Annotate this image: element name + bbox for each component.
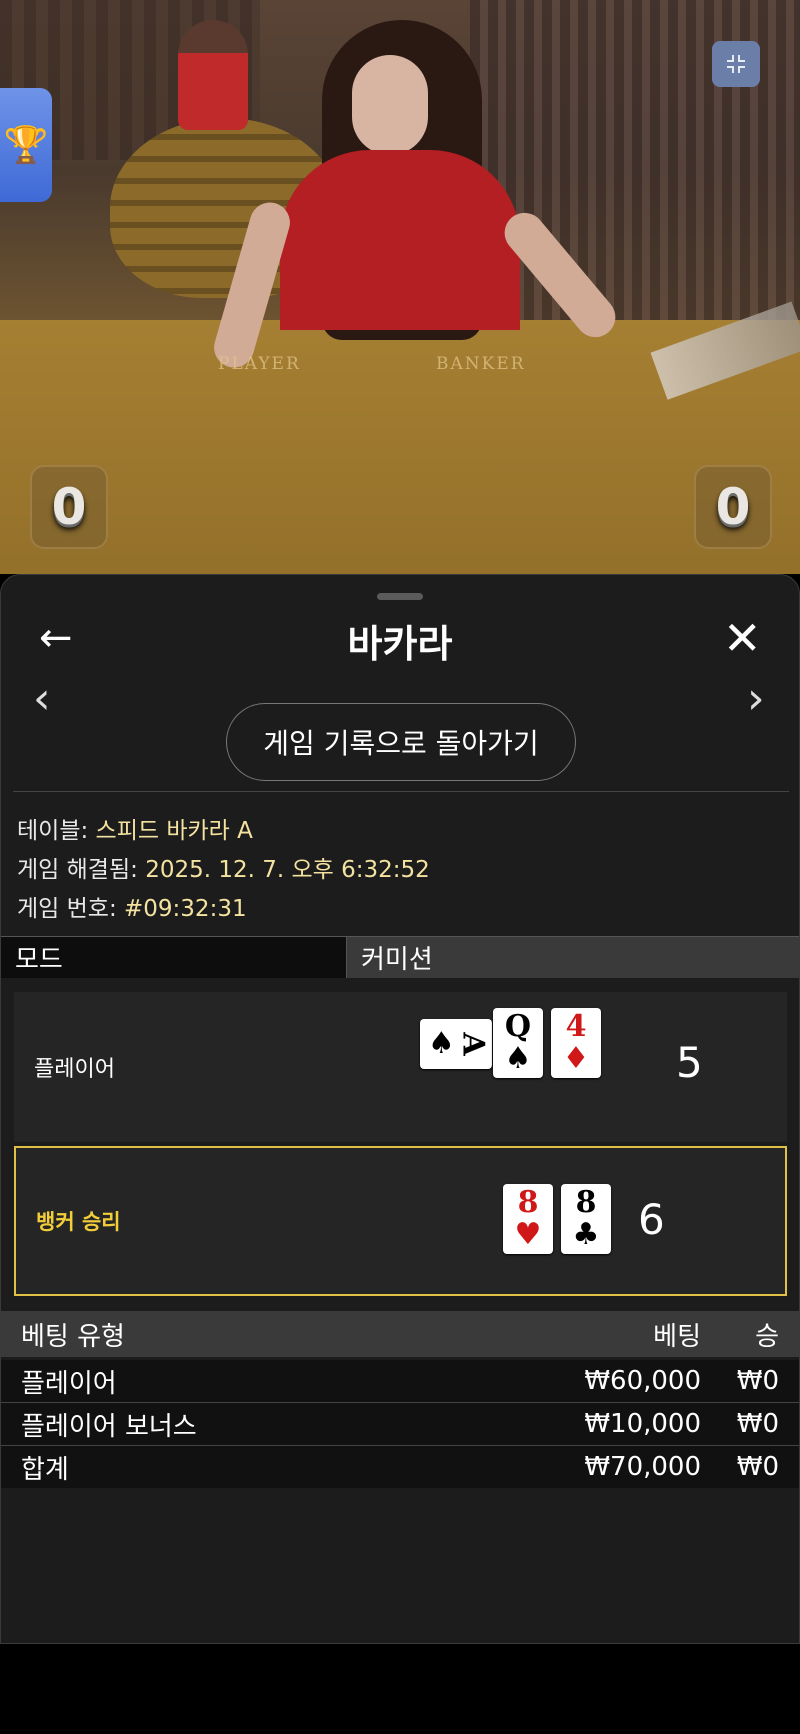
table-label-player: PLAYER	[218, 354, 301, 374]
table-info-value: 스피드 바카라 A	[95, 818, 253, 844]
back-to-history-button[interactable]: 게임 기록으로 돌아가기	[226, 703, 576, 781]
playing-card: 4 ♦	[551, 1008, 601, 1078]
panel-title: 바카라	[347, 622, 453, 666]
table-label-banker: BANKER	[436, 354, 526, 374]
game-number-info: 게임 번호: #09:32:31	[17, 889, 247, 923]
bet-type: 플레이어 보너스	[21, 1411, 197, 1442]
card-suit: ♥	[514, 1217, 542, 1252]
trophy-icon: 🏆	[3, 125, 49, 166]
table-row-total: 합계 ₩70,000 ₩0	[1, 1446, 799, 1488]
header-bet: 베팅	[653, 1321, 701, 1352]
player-hand-total: 5	[676, 1038, 703, 1087]
banker-hand-total: 6	[638, 1195, 665, 1244]
card-rank: 8	[517, 1185, 539, 1220]
player-hand: 플레이어 ♠ A Q ♠ 4 ♦ 5	[14, 992, 787, 1142]
resolved-info: 게임 해결됨: 2025. 12. 7. 오후 6:32:52	[17, 850, 430, 884]
drag-handle[interactable]	[377, 593, 423, 600]
win-amount: ₩0	[736, 1409, 779, 1439]
game-number-label: 게임 번호:	[17, 896, 117, 922]
player-score: 0	[30, 465, 108, 549]
mode-row: 모드 커미션	[1, 936, 799, 978]
previous-game-icon[interactable]: ‹	[33, 673, 51, 724]
card-rank: A	[455, 1032, 491, 1056]
bets-table-header: 베팅 유형 베팅 승	[1, 1311, 799, 1357]
live-video-feed: PLAYER BANKER 0 0 🏆	[0, 0, 800, 574]
leaderboard-tab[interactable]: 🏆	[0, 88, 52, 202]
game-number-value: #09:32:31	[124, 896, 247, 922]
mode-label: 모드	[1, 936, 346, 978]
bet-type: 플레이어	[21, 1368, 117, 1399]
table-row: 플레이어 ₩60,000 ₩0	[1, 1360, 799, 1403]
win-amount: ₩0	[736, 1452, 779, 1482]
table-row: 플레이어 보너스 ₩10,000 ₩0	[1, 1403, 799, 1446]
bet-type: 합계	[21, 1454, 69, 1485]
dealer-face	[352, 55, 428, 155]
dealer-body	[280, 150, 520, 330]
card-suit: ♣	[572, 1217, 600, 1252]
resolved-info-label: 게임 해결됨:	[17, 857, 138, 883]
card-suit: ♠	[504, 1041, 532, 1076]
game-detail-panel: ← 바카라 ✕ ‹ 게임 기록으로 돌아가기 › 테이블: 스피드 바카라 A …	[0, 574, 800, 1644]
banker-win-label: 뱅커 승리	[36, 1210, 121, 1234]
resolved-info-value: 2025. 12. 7. 오후 6:32:52	[145, 857, 430, 883]
win-amount: ₩0	[736, 1366, 779, 1396]
bet-amount: ₩10,000	[584, 1409, 701, 1439]
divider	[13, 791, 789, 792]
playing-card: 8 ♣	[561, 1184, 611, 1254]
minimize-video-button[interactable]	[712, 41, 760, 87]
card-suit: ♠	[427, 1026, 455, 1061]
background-dealer	[178, 20, 248, 130]
table-info-label: 테이블:	[17, 818, 89, 844]
close-icon[interactable]: ✕	[723, 611, 762, 665]
playing-card: Q ♠	[493, 1008, 543, 1078]
mode-value: 커미션	[346, 936, 799, 978]
card-rank: 8	[575, 1185, 597, 1220]
next-game-icon[interactable]: ›	[747, 673, 765, 724]
banker-score: 0	[694, 465, 772, 549]
banker-hand: 뱅커 승리 8 ♥ 8 ♣ 6	[14, 1146, 787, 1296]
table-info: 테이블: 스피드 바카라 A	[17, 811, 253, 845]
card-rank: 4	[565, 1009, 587, 1044]
header-bet-type: 베팅 유형	[21, 1321, 125, 1352]
card-suit: ♦	[562, 1041, 590, 1076]
header-win: 승	[755, 1321, 779, 1352]
bet-amount: ₩60,000	[584, 1366, 701, 1396]
minimize-icon	[727, 55, 745, 73]
player-hand-label: 플레이어	[34, 1057, 115, 1082]
bet-amount: ₩70,000	[584, 1452, 701, 1482]
playing-card: 8 ♥	[503, 1184, 553, 1254]
card-rank: Q	[504, 1009, 532, 1044]
playing-card: ♠ A	[420, 1019, 492, 1069]
